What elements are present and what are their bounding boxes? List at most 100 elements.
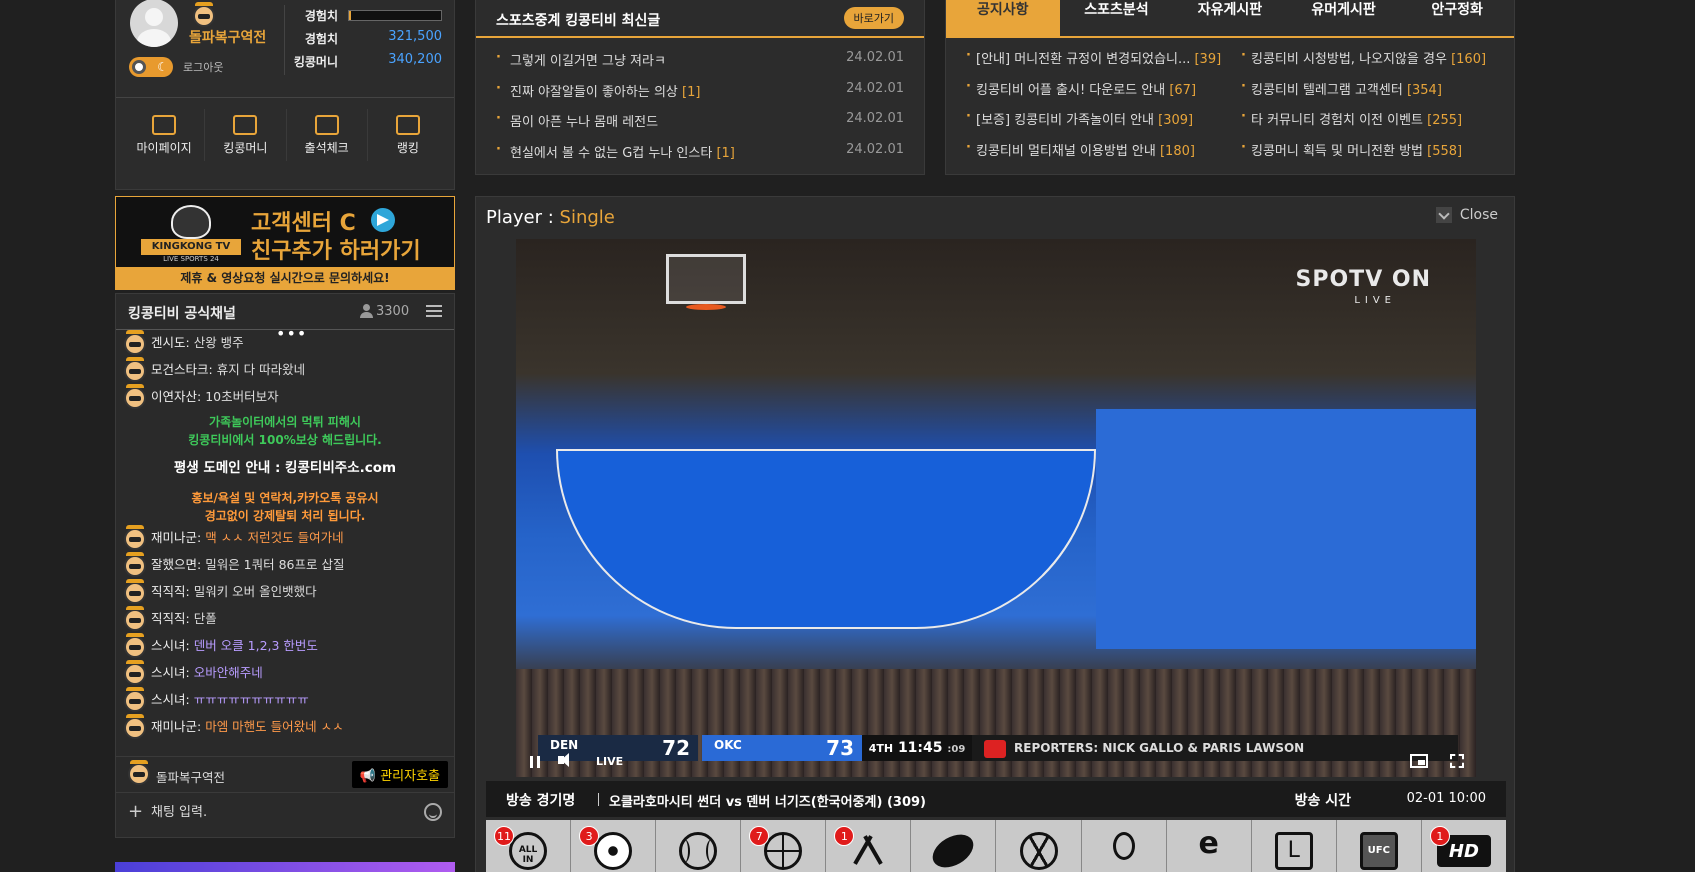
sport-football[interactable]	[911, 820, 997, 872]
quick-menu: 마이페이지 킹콩머니 출석체크 랭킹	[124, 109, 448, 161]
sport-badge: 11	[494, 826, 514, 846]
notice-title[interactable]: 타 커뮤니티 경험치 이전 이벤트	[1251, 113, 1423, 128]
tab-free-board[interactable]: 자유게시판	[1173, 0, 1287, 36]
list-item[interactable]: 킹콩티비 어플 출시! 다운로드 안내 [67]	[966, 79, 1227, 110]
sport-hockey[interactable]: 1	[826, 820, 912, 872]
notice-title[interactable]: 킹콩티비 멀티채널 이용방법 안내	[976, 144, 1156, 159]
chat-nick[interactable]: 이연자산:	[151, 389, 201, 404]
fullscreen-icon[interactable]	[1450, 754, 1464, 768]
chat-nick[interactable]: 직직직:	[151, 584, 190, 599]
chat-nick[interactable]: 재미나군:	[151, 530, 201, 545]
notice-title[interactable]: 킹콩티비 텔레그램 고객센터	[1251, 83, 1403, 98]
sport-lol[interactable]	[1251, 820, 1337, 872]
post-title[interactable]: 그렇게 이길거면 그냥 져라ㅋ	[510, 54, 666, 69]
chat-title: 킹콩티비 공식채널	[128, 306, 236, 322]
latest-posts-panel: 스포츠중계 킹콩티비 최신글 바로가기 그렇게 이길거면 그냥 져라ㅋ 24.0…	[475, 0, 925, 175]
chat-text: 맥 ㅅㅅ 저런것도 들여가네	[205, 530, 344, 545]
list-item[interactable]: 킹콩티비 텔레그램 고객센터 [354]	[1241, 79, 1502, 110]
system-notice-compensation: 가족놀이터에서의 먹튀 피해시 킹콩티비에서 100%보상 해드립니다.	[116, 413, 454, 449]
list-item[interactable]: [안내] 머니전환 규정이 변경되었습니... [39]	[966, 48, 1227, 79]
chat-messages[interactable]: 겐시도: 산왕 뱅주 모건스타크: 휴지 다 따라왔네 이연자산: 10초버터보…	[116, 330, 454, 755]
chat-nick[interactable]: 스시녀:	[151, 692, 190, 707]
sport-hd[interactable]: 1	[1421, 820, 1506, 872]
divider	[116, 97, 454, 98]
list-item[interactable]: 킹콩머니 획득 및 머니전환 방법 [558]	[1241, 140, 1502, 171]
notice-title[interactable]: 킹콩티비 어플 출시! 다운로드 안내	[976, 83, 1165, 98]
notice-title[interactable]: [안내] 머니전환 규정이 변경되었습니...	[976, 52, 1190, 67]
chat-message: 직직직: 밀워키 오버 올인뱃했다	[116, 579, 454, 606]
logout-link[interactable]: 로그아웃	[183, 59, 223, 75]
chat-nick[interactable]: 모건스타크:	[151, 362, 213, 377]
sport-ufc[interactable]	[1336, 820, 1422, 872]
picture-in-picture-icon[interactable]	[1410, 754, 1428, 768]
list-item[interactable]: 현실에서 볼 수 없는 G컵 누나 인스타 [1] 24.02.01	[496, 142, 904, 173]
call-admin-button[interactable]: 📢 관리자호출	[351, 761, 448, 788]
chat-input[interactable]	[151, 800, 401, 824]
football-icon	[927, 827, 980, 872]
pause-icon[interactable]	[530, 756, 540, 768]
chat-text: ㅠㅠㅠㅠㅠㅠㅠㅠㅠㅠ	[193, 692, 309, 707]
volume-icon[interactable]	[558, 753, 569, 767]
avatar[interactable]	[130, 0, 178, 47]
chat-nick[interactable]: 스시녀:	[151, 638, 190, 653]
chat-input-row: +	[116, 792, 454, 832]
plus-icon[interactable]: +	[128, 801, 143, 822]
level-icon	[124, 525, 146, 550]
list-item[interactable]: 킹콩티비 멀티채널 이용방법 안내 [180]	[966, 140, 1227, 171]
sport-volleyball[interactable]	[996, 820, 1082, 872]
sport-soccer[interactable]: 3	[571, 820, 657, 872]
tab-notice[interactable]: 공지사항	[946, 0, 1060, 36]
sun-icon	[132, 60, 146, 74]
notice-title[interactable]: [보증] 킹콩티비 가족놀이터 안내	[976, 113, 1154, 128]
match-name: 오클라호마시티 썬더 vs 덴버 너기즈(한국어중계) (309)	[609, 795, 926, 810]
list-item[interactable]: [보증] 킹콩티비 가족놀이터 안내 [309]	[966, 109, 1227, 140]
goto-button[interactable]: 바로가기	[843, 7, 904, 29]
bottom-banner[interactable]	[115, 862, 455, 872]
sport-baseball[interactable]	[656, 820, 742, 872]
quick-menu-ranking[interactable]: 랭킹	[368, 109, 448, 161]
comment-count: [255]	[1427, 113, 1463, 128]
tab-humor-board[interactable]: 유머게시판	[1287, 0, 1401, 36]
post-title[interactable]: 몸이 아픈 누나 몸매 레전드	[510, 115, 658, 130]
notice-title[interactable]: 킹콩티비 시청방법, 나오지않을 경우	[1251, 52, 1447, 67]
chat-nick[interactable]: 스시녀:	[151, 665, 190, 680]
theme-toggle[interactable]: ☾	[129, 57, 173, 77]
quick-menu-attendance[interactable]: 출석체크	[287, 109, 368, 161]
chat-message: 스시녀: ㅠㅠㅠㅠㅠㅠㅠㅠㅠㅠ	[116, 687, 454, 714]
chat-nick[interactable]: 겐시도:	[151, 335, 190, 350]
list-item[interactable]: 진짜 야잘알들이 좋아하는 의상 [1] 24.02.01	[496, 81, 904, 112]
video-player[interactable]: SPOTV ON LIVE DEN 72 OKC 73 4TH 11:45 :0…	[516, 239, 1476, 777]
quick-menu-money[interactable]: 킹콩머니	[205, 109, 287, 161]
money-label: 킹콩머니	[293, 55, 338, 69]
checkbox-icon[interactable]	[1436, 207, 1452, 223]
sport-all[interactable]: 11	[486, 820, 572, 872]
notice-panel: 공지사항 스포츠분석 자유게시판 유머게시판 안구정화 [안내] 머니전환 규정…	[945, 0, 1515, 175]
hamburger-menu-icon[interactable]	[426, 305, 442, 317]
post-list: 그렇게 이길거면 그냥 져라ㅋ 24.02.01 진짜 야잘알들이 좋아하는 의…	[476, 38, 924, 172]
chat-panel: 킹콩티비 공식채널 3300 ••• 겐시도: 산왕 뱅주 모건스타크: 휴지 …	[115, 293, 455, 838]
post-title[interactable]: 진짜 야잘알들이 좋아하는 의상	[510, 85, 678, 100]
emoji-icon[interactable]	[424, 803, 442, 821]
all-in-icon	[509, 832, 548, 870]
close-button[interactable]: Close	[1460, 207, 1498, 223]
tab-sports-analysis[interactable]: 스포츠분석	[1060, 0, 1174, 36]
sport-esports[interactable]	[1166, 820, 1252, 872]
sport-basketball[interactable]: 7	[741, 820, 827, 872]
chat-nick[interactable]: 재미나군:	[151, 719, 201, 734]
divider	[598, 793, 599, 806]
list-item[interactable]: 몸이 아픈 누나 몸매 레전드 24.02.01	[496, 111, 904, 142]
notice-title[interactable]: 킹콩머니 획득 및 머니전환 방법	[1251, 144, 1423, 159]
list-item[interactable]: 킹콩티비 시청방법, 나오지않을 경우 [160]	[1241, 48, 1502, 79]
post-title[interactable]: 현실에서 볼 수 없는 G컵 누나 인스타	[510, 146, 712, 161]
customer-center-banner[interactable]: KINGKONG TV LIVE SPORTS 24 고객센터 C 친구추가 하…	[115, 196, 455, 290]
tab-eye-candy[interactable]: 안구정화	[1400, 0, 1514, 36]
list-item[interactable]: 그렇게 이길거면 그냥 져라ㅋ 24.02.01	[496, 50, 904, 81]
chat-text: 10초버터보자	[205, 389, 279, 404]
chat-message: 잘했으면: 밀워은 1쿼터 86프로 삽질	[116, 552, 454, 579]
chat-nick[interactable]: 직직직:	[151, 611, 190, 626]
post-date: 24.02.01	[846, 80, 904, 96]
quick-menu-mypage[interactable]: 마이페이지	[124, 109, 206, 161]
sport-tennis[interactable]	[1081, 820, 1167, 872]
list-item[interactable]: 타 커뮤니티 경험치 이전 이벤트 [255]	[1241, 109, 1502, 140]
chat-nick[interactable]: 잘했으면:	[151, 557, 201, 572]
